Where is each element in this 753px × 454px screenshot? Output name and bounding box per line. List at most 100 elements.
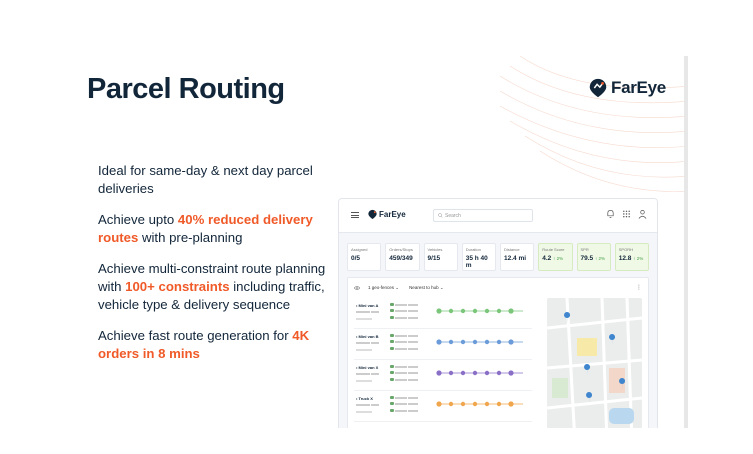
more-options-icon[interactable]: ⋮: [636, 284, 642, 291]
route-stop-marker: [508, 308, 514, 314]
stat-card: Route Score 4.2 ↑ 2%: [538, 243, 573, 271]
geofence-filter[interactable]: 1 geo-fences ⌄: [366, 284, 401, 292]
sort-filter-label: Nearest to hub: [409, 285, 439, 290]
route-detail-placeholder: [356, 379, 372, 383]
stat-value: 12.8 ↑ 2%: [618, 255, 644, 262]
stat-value: 12.4 mi: [504, 255, 527, 262]
route-stop-marker: [436, 401, 442, 407]
bell-icon[interactable]: [606, 209, 615, 219]
route-stop-chain: [436, 370, 523, 376]
app-screenshot: FarEye Search Assigned 0/5 Orders/Stops 45…: [338, 198, 658, 428]
route-name: • Mini van B: [356, 334, 379, 339]
slide: Parcel Routing FarEye Ideal for same-day…: [60, 56, 686, 428]
app-logo: FarEye: [367, 209, 406, 220]
fareye-pin-icon: [589, 78, 607, 98]
route-metric-placeholder: [390, 396, 418, 400]
route-row[interactable]: • Mini van B: [354, 329, 532, 360]
route-metric-placeholder: [390, 340, 418, 344]
route-stop-marker: [508, 370, 514, 376]
route-stop-marker: [496, 401, 502, 407]
route-stop-marker: [484, 339, 490, 345]
stat-card: Distance 12.4 mi: [500, 243, 535, 271]
user-icon[interactable]: [638, 209, 647, 219]
app-topbar: FarEye Search: [339, 199, 657, 233]
route-detail-placeholder: [356, 410, 372, 414]
stat-card: Duration 35 h 40 m: [461, 243, 496, 271]
route-detail-placeholder: [356, 341, 379, 345]
route-detail-placeholder: [356, 403, 379, 407]
stat-card: SPR 79.5 ↑ 2%: [576, 243, 611, 271]
stat-card: Orders/Stops 459/349: [385, 243, 420, 271]
stat-label: Distance: [504, 247, 520, 252]
logo-text: FarEye: [611, 78, 666, 97]
route-stop-marker: [448, 308, 454, 314]
route-stop-marker: [484, 370, 490, 376]
route-stop-marker: [448, 339, 454, 345]
bullet-text: Ideal for same-day & next day parcel del…: [98, 163, 313, 196]
routes-panel: 1 geo-fences ⌄ Nearest to hub ⌄ ⋮ • Mini…: [347, 277, 649, 428]
stat-value: 35 h 40 m: [465, 255, 488, 269]
bullet-text: Achieve fast route generation for: [98, 328, 293, 343]
route-stop-marker: [496, 370, 502, 376]
route-detail-placeholder: [356, 372, 379, 376]
route-stop-marker: [460, 370, 466, 376]
route-stop-marker: [448, 401, 454, 407]
stat-trend: ↑ 2%: [633, 256, 644, 261]
route-detail-placeholder: [356, 317, 372, 321]
slide-edge-shadow: [684, 56, 688, 428]
route-row[interactable]: • Mini van A: [354, 298, 532, 329]
route-row[interactable]: • Truck X: [354, 391, 532, 422]
bullet-text: with pre-planning: [138, 230, 243, 245]
route-stop-marker: [448, 370, 454, 376]
map-graphic: [547, 298, 642, 428]
route-metric-placeholder: [390, 316, 418, 320]
route-metric-placeholder: [390, 334, 418, 338]
route-name: • Mini van A: [356, 303, 379, 308]
page-title: Parcel Routing: [87, 73, 285, 105]
route-stop-marker: [460, 339, 466, 345]
app-logo-text: FarEye: [379, 210, 406, 219]
apps-grid-icon[interactable]: [622, 209, 631, 219]
route-stop-marker: [496, 339, 502, 345]
route-name: • Mini van X: [356, 365, 379, 370]
route-stop-marker: [472, 401, 478, 407]
route-metric-placeholder: [390, 378, 418, 382]
bullet-item: Achieve multi-constraint route planning …: [98, 260, 328, 314]
stats-row: Assigned 0/5 Orders/Stops 459/349 Vehicles…: [347, 243, 649, 271]
route-stop-marker: [436, 339, 442, 345]
route-map[interactable]: [547, 298, 642, 428]
route-detail-placeholder: [356, 348, 372, 352]
route-row[interactable]: • Mini van X: [354, 360, 532, 391]
bullet-item: Achieve fast route generation for 4K ord…: [98, 327, 328, 363]
bullet-list: Ideal for same-day & next day parcel del…: [98, 162, 328, 376]
bullet-item: Ideal for same-day & next day parcel del…: [98, 162, 328, 198]
route-stop-marker: [472, 370, 478, 376]
route-list: • Mini van A • Mini van B • Mini van X •…: [354, 298, 532, 422]
route-stop-chain: [436, 308, 523, 314]
route-stop-marker: [496, 308, 502, 314]
stat-card: SPORH 12.8 ↑ 2%: [614, 243, 649, 271]
eye-icon[interactable]: [354, 286, 360, 290]
route-metric-placeholder: [390, 402, 418, 406]
menu-icon[interactable]: [351, 212, 359, 218]
route-stop-marker: [436, 308, 442, 314]
sort-filter[interactable]: Nearest to hub ⌄: [407, 284, 446, 292]
route-detail-placeholder: [356, 310, 379, 314]
stat-value: 79.5 ↑ 2%: [580, 255, 605, 262]
search-input[interactable]: Search: [433, 209, 533, 222]
route-name: • Truck X: [356, 396, 373, 401]
search-placeholder: Search: [445, 212, 461, 219]
fareye-pin-icon: [368, 209, 377, 220]
stat-card: Assigned 0/5: [347, 243, 382, 271]
stat-value: 4.2 ↑ 2%: [542, 255, 564, 262]
route-stop-marker: [460, 308, 466, 314]
stat-label: Vehicles: [427, 247, 443, 252]
route-stop-chain: [436, 339, 523, 345]
route-metric-placeholder: [390, 347, 418, 351]
route-stop-marker: [484, 308, 490, 314]
route-metric-placeholder: [390, 409, 418, 413]
stat-trend: ↑ 2%: [553, 256, 564, 261]
stat-label: Route Score: [542, 247, 565, 252]
bullet-text: Achieve upto: [98, 212, 178, 227]
route-stop-marker: [472, 308, 478, 314]
